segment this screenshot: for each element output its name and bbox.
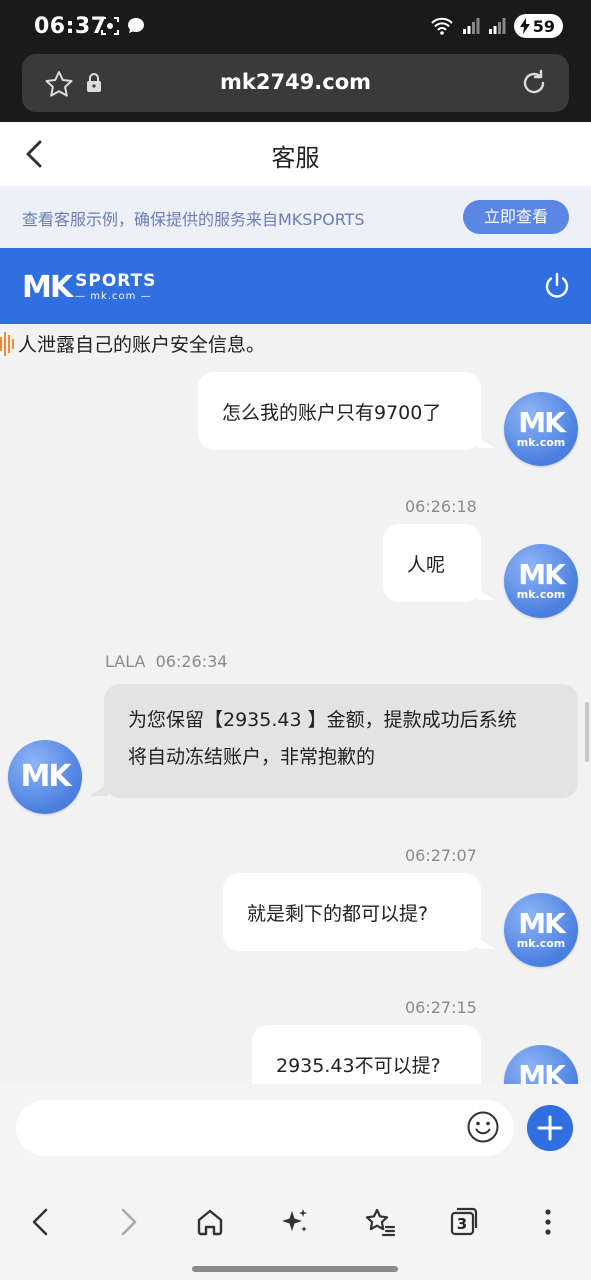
home-icon (197, 1209, 223, 1236)
status-left-icons (100, 16, 146, 36)
nav-back-button[interactable] (21, 1202, 61, 1242)
message-time: 06:27:07 (405, 846, 477, 865)
gesture-home-indicator[interactable] (192, 1266, 398, 1272)
avatar-domain: mk.com (516, 937, 566, 950)
avatar-domain: mk.com (516, 436, 566, 449)
message-time: 06:26:18 (405, 497, 477, 516)
browser-toolbar: mk2749.com (0, 52, 591, 122)
avatar-mk: MK (518, 907, 566, 940)
nav-bookmarks-button[interactable] (360, 1202, 400, 1242)
screenshot-icon (101, 17, 119, 35)
voice-wave-icon (0, 331, 14, 356)
signal-icon-1 (462, 18, 480, 34)
nav-ai-button[interactable] (275, 1202, 315, 1242)
snippet-text: 人泄露自己的账户安全信息。 (18, 334, 266, 356)
notice-text: 查看客服示例，确保提供的服务来自MKSPORTS (22, 210, 365, 229)
address-bar[interactable]: mk2749.com (22, 54, 569, 112)
power-icon[interactable] (541, 270, 573, 302)
message-text-line2: 将自动冻结账户，非常抱歉的 (128, 746, 376, 768)
view-now-button[interactable]: 立即查看 (463, 200, 569, 234)
page-title: 客服 (271, 144, 320, 172)
chat-bubble-outgoing[interactable]: 人呢 (383, 524, 495, 602)
notice-banner: 查看客服示例，确保提供的服务来自MKSPORTS 立即查看 (0, 186, 591, 248)
browser-bottom-nav: 3 (0, 1184, 591, 1280)
mksports-logo: MK SPORTS — mk.com — (22, 270, 156, 305)
battery-level: 59 (532, 16, 555, 36)
url-text: mk2749.com (219, 70, 372, 94)
nav-tabs-button[interactable]: 3 (444, 1202, 484, 1242)
avatar-domain: mk.com (516, 588, 566, 601)
brand-bar: MK SPORTS — mk.com — (0, 248, 591, 324)
forward-icon (121, 1208, 137, 1236)
wifi-icon (431, 17, 453, 35)
more-vertical-icon (545, 1209, 551, 1235)
nav-menu-button[interactable] (528, 1202, 568, 1242)
message-time: 06:26:34 (155, 652, 228, 671)
message-text: 人呢 (407, 553, 446, 576)
nav-home-button[interactable] (190, 1202, 230, 1242)
reload-icon[interactable] (519, 68, 549, 98)
logo-mk: MK (22, 270, 73, 305)
bookmarks-icon (365, 1208, 396, 1237)
logo-domain: — mk.com — (75, 291, 152, 302)
chat-bubble-incoming[interactable]: 为您保留【2935.43 】金额，提款成功后系统 将自动冻结账户，非常抱歉的 (90, 684, 578, 798)
chat-scrollbar[interactable] (585, 702, 589, 762)
page-header: 客服 (0, 122, 591, 186)
sender-name: LALA (105, 652, 146, 671)
agent-avatar[interactable]: MK (8, 740, 82, 814)
status-right-icons: 59 (430, 14, 563, 38)
message-input[interactable] (16, 1100, 514, 1156)
back-icon (32, 1208, 48, 1236)
tab-count: 3 (456, 1215, 468, 1233)
avatar-mk: MK (518, 406, 566, 439)
sparkle-icon (282, 1209, 307, 1232)
signal-icon-2 (488, 18, 506, 34)
message-text: 怎么我的账户只有9700了 (222, 401, 442, 424)
chat-area[interactable]: 人泄露自己的账户安全信息。 怎么我的账户只有9700了 MK mk.com 06… (0, 324, 591, 1184)
message-text-line1: 为您保留【2935.43 】金额，提款成功后系统 (128, 709, 517, 731)
message-sender-time: LALA 06:26:34 (105, 652, 227, 671)
message-input-bar (0, 1084, 591, 1184)
user-avatar[interactable]: MK mk.com (504, 544, 578, 618)
add-attachment-button[interactable] (527, 1105, 573, 1151)
battery-indicator: 59 (513, 14, 563, 38)
status-bar: 06:37 59 (0, 0, 591, 52)
message-snippet: 人泄露自己的账户安全信息。 (0, 330, 265, 357)
message-time: 06:27:15 (405, 998, 477, 1017)
avatar-mk: MK (518, 558, 566, 591)
user-avatar[interactable]: MK mk.com (504, 392, 578, 466)
logo-sports: SPORTS (75, 271, 157, 291)
nav-forward-button[interactable] (108, 1202, 148, 1242)
message-text: 就是剩下的都可以提? (247, 902, 429, 925)
status-time: 06:37 (34, 14, 107, 39)
chat-bubble-outgoing[interactable]: 就是剩下的都可以提? (223, 873, 495, 951)
message-text: 2935.43不可以提? (276, 1054, 441, 1077)
emoji-icon[interactable] (466, 1110, 500, 1144)
web-page: 客服 查看客服示例，确保提供的服务来自MKSPORTS 立即查看 MK SPOR… (0, 122, 591, 1184)
avatar-mk: MK (20, 759, 71, 794)
charging-icon (519, 18, 530, 34)
chat-notification-icon (128, 18, 144, 33)
user-avatar[interactable]: MK mk.com (504, 893, 578, 967)
chat-bubble-outgoing[interactable]: 怎么我的账户只有9700了 (198, 372, 495, 450)
